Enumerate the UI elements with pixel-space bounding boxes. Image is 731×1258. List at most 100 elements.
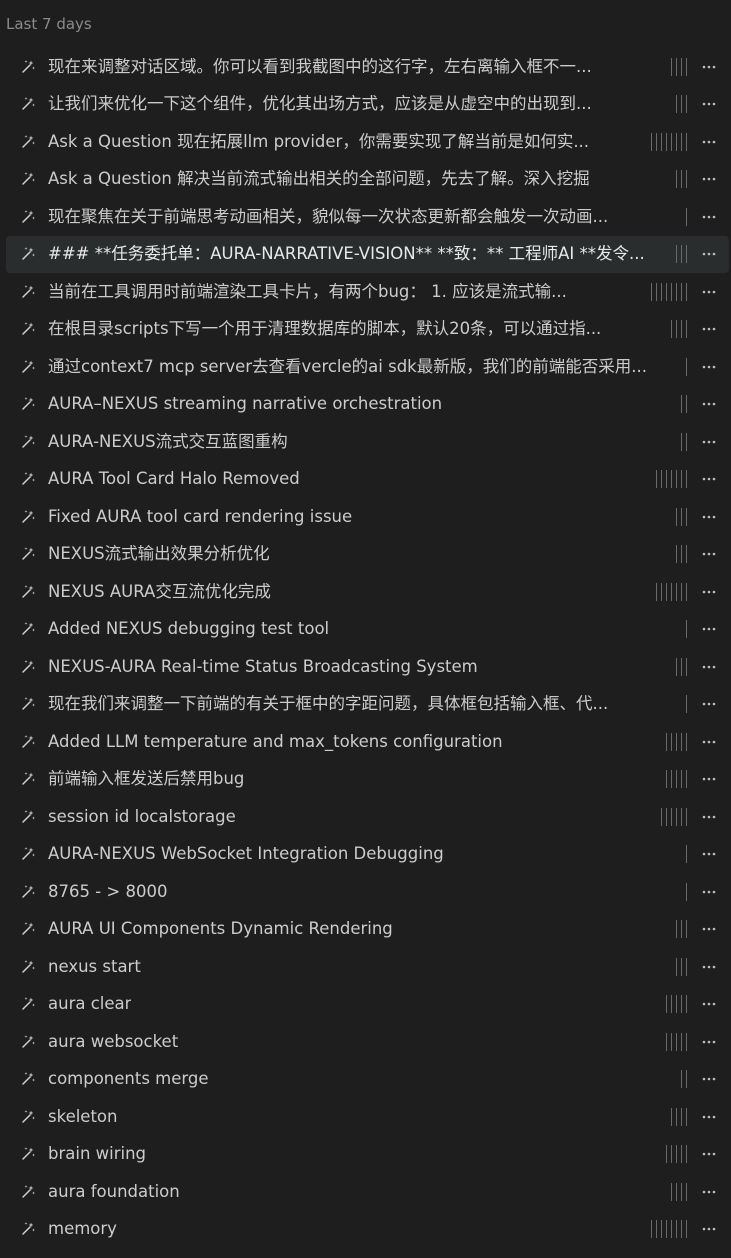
more-horizontal-icon[interactable]	[699, 994, 719, 1014]
activity-tick	[661, 807, 662, 826]
activity-tick	[681, 732, 682, 751]
history-item[interactable]: NEXUS流式输出效果分析优化	[6, 536, 729, 574]
history-item[interactable]: skeleton	[6, 1098, 729, 1136]
activity-tick	[671, 320, 672, 339]
history-item[interactable]: Added NEXUS debugging test tool	[6, 611, 729, 649]
history-item[interactable]: 现在聚焦在关于前端思考动画相关，貌似每一次状态更新都会触发一次动画...	[6, 198, 729, 236]
more-horizontal-icon[interactable]	[699, 1032, 719, 1052]
activity-tick	[686, 1220, 687, 1239]
more-horizontal-icon[interactable]	[699, 357, 719, 377]
activity-tick	[661, 470, 662, 489]
activity-tick	[686, 357, 687, 376]
activity-tick	[671, 732, 672, 751]
more-horizontal-icon[interactable]	[699, 57, 719, 77]
more-horizontal-icon[interactable]	[699, 282, 719, 302]
more-horizontal-icon[interactable]	[699, 769, 719, 789]
history-item[interactable]: Ask a Question 现在拓展llm provider，你需要实现了解当…	[6, 123, 729, 161]
more-horizontal-icon[interactable]	[699, 1144, 719, 1164]
history-item[interactable]: AURA-NEXUS WebSocket Integration Debuggi…	[6, 836, 729, 874]
more-horizontal-icon[interactable]	[699, 394, 719, 414]
sparkle-wand-icon	[20, 1146, 36, 1162]
activity-ticks	[676, 544, 687, 564]
history-item-title: 在根目录scripts下写一个用于清理数据库的脚本，默认20条，可以通过指...	[48, 319, 602, 339]
more-horizontal-icon[interactable]	[699, 319, 719, 339]
more-horizontal-icon[interactable]	[699, 469, 719, 489]
history-item-title: 通过context7 mcp server去查看vercle的ai sdk最新版…	[48, 356, 647, 376]
more-horizontal-icon[interactable]	[699, 1069, 719, 1089]
more-horizontal-icon[interactable]	[699, 919, 719, 939]
more-horizontal-icon[interactable]	[699, 544, 719, 564]
more-horizontal-icon[interactable]	[699, 1182, 719, 1202]
sparkle-wand-icon	[20, 659, 36, 675]
activity-tick	[676, 545, 677, 564]
history-item[interactable]: aura websocket	[6, 1023, 729, 1061]
history-item[interactable]: aura foundation	[6, 1173, 729, 1211]
activity-tick	[671, 282, 672, 301]
history-item[interactable]: session id localstorage	[6, 798, 729, 836]
history-item[interactable]: 在根目录scripts下写一个用于清理数据库的脚本，默认20条，可以通过指...	[6, 311, 729, 349]
more-horizontal-icon[interactable]	[699, 694, 719, 714]
activity-tick	[686, 395, 687, 414]
activity-tick	[676, 170, 677, 189]
history-item[interactable]: Ask a Question 解决当前流式输出相关的全部问题，先去了解。深入挖掘	[6, 161, 729, 199]
more-horizontal-icon[interactable]	[699, 432, 719, 452]
activity-tick	[676, 920, 677, 939]
history-item[interactable]: 现在我们来调整一下前端的有关于框中的字距问题，具体框包括输入框、代...	[6, 686, 729, 724]
history-item[interactable]: brain wiring	[6, 1136, 729, 1174]
more-horizontal-icon[interactable]	[699, 244, 719, 264]
history-item[interactable]: NEXUS AURA交互流优化完成	[6, 573, 729, 611]
history-item[interactable]: 让我们来优化一下这个组件，优化其出场方式，应该是从虚空中的出现到...	[6, 86, 729, 124]
activity-tick	[676, 770, 677, 789]
history-item[interactable]: AURA-NEXUS流式交互蓝图重构	[6, 423, 729, 461]
more-horizontal-icon[interactable]	[699, 132, 719, 152]
more-horizontal-icon[interactable]	[699, 207, 719, 227]
activity-ticks	[676, 94, 687, 114]
more-horizontal-icon[interactable]	[699, 1219, 719, 1239]
activity-ticks	[666, 769, 687, 789]
more-horizontal-icon[interactable]	[699, 507, 719, 527]
history-item[interactable]: 8765 - > 8000	[6, 873, 729, 911]
activity-tick	[671, 770, 672, 789]
activity-tick	[681, 957, 682, 976]
history-item[interactable]: Fixed AURA tool card rendering issue	[6, 498, 729, 536]
more-horizontal-icon[interactable]	[699, 657, 719, 677]
sparkle-wand-icon	[20, 884, 36, 900]
activity-ticks	[686, 619, 687, 639]
activity-ticks	[676, 244, 687, 264]
history-item[interactable]: ### **任务委托单：AURA-NARRATIVE-VISION** **致：…	[6, 235, 729, 273]
more-horizontal-icon[interactable]	[699, 957, 719, 977]
more-horizontal-icon[interactable]	[699, 619, 719, 639]
activity-tick	[681, 1107, 682, 1126]
more-horizontal-icon[interactable]	[699, 844, 719, 864]
history-item[interactable]: Added LLM temperature and max_tokens con…	[6, 723, 729, 761]
history-item[interactable]: AURA–NEXUS streaming narrative orchestra…	[6, 386, 729, 424]
history-item[interactable]: 现在来调整对话区域。你可以看到我截图中的这行字，左右离输入框不一...	[6, 48, 729, 86]
history-item-title: AURA Tool Card Halo Removed	[48, 469, 300, 489]
more-horizontal-icon[interactable]	[699, 169, 719, 189]
history-item-title: nexus start	[48, 956, 141, 976]
history-item[interactable]: 通过context7 mcp server去查看vercle的ai sdk最新版…	[6, 348, 729, 386]
more-horizontal-icon[interactable]	[699, 882, 719, 902]
more-horizontal-icon[interactable]	[699, 732, 719, 752]
history-item[interactable]: nexus start	[6, 948, 729, 986]
more-horizontal-icon[interactable]	[699, 807, 719, 827]
history-item[interactable]: AURA Tool Card Halo Removed	[6, 461, 729, 499]
history-item-title: 现在我们来调整一下前端的有关于框中的字距问题，具体框包括输入框、代...	[48, 694, 609, 714]
history-item[interactable]: components merge	[6, 1061, 729, 1099]
more-horizontal-icon[interactable]	[699, 1107, 719, 1127]
history-item[interactable]: 当前在工具调用时前端渲染工具卡片，有两个bug： 1. 应该是流式输...	[6, 273, 729, 311]
activity-tick	[686, 882, 687, 901]
activity-tick	[676, 1220, 677, 1239]
history-item[interactable]: 前端输入框发送后禁用bug	[6, 761, 729, 799]
more-horizontal-icon[interactable]	[699, 582, 719, 602]
more-horizontal-icon[interactable]	[699, 94, 719, 114]
history-item[interactable]: NEXUS-AURA Real-time Status Broadcasting…	[6, 648, 729, 686]
history-item[interactable]: AURA UI Components Dynamic Rendering	[6, 911, 729, 949]
history-item[interactable]: memory	[6, 1211, 729, 1249]
activity-ticks	[651, 1219, 687, 1239]
activity-tick	[686, 770, 687, 789]
activity-tick	[681, 507, 682, 526]
history-item[interactable]: aura clear	[6, 986, 729, 1024]
history-item-title: brain wiring	[48, 1144, 147, 1164]
activity-tick	[686, 620, 687, 639]
